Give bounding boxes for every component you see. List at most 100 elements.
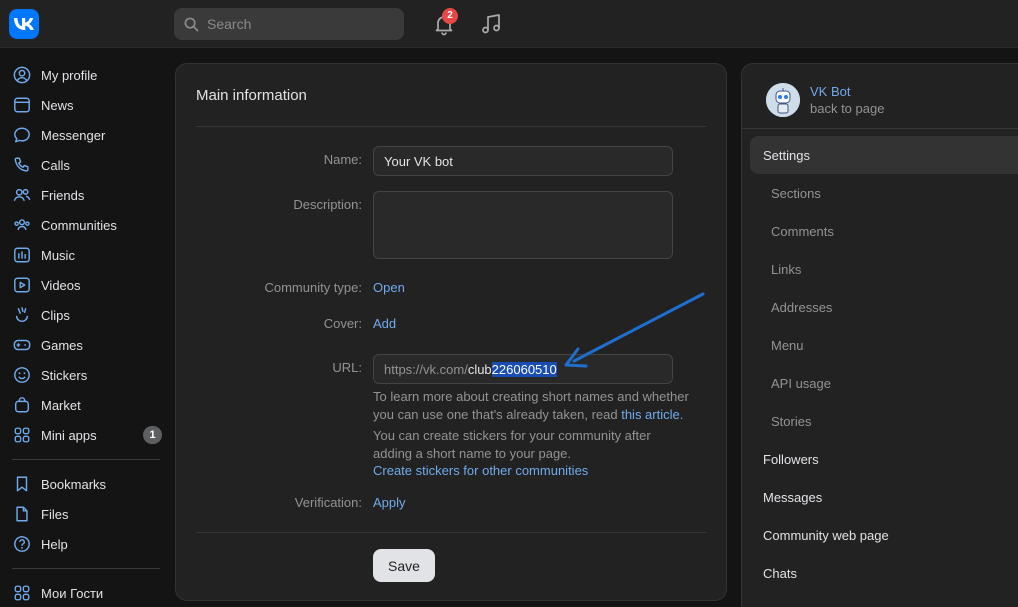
section-title: Main information	[196, 87, 307, 104]
menu-community-web-page[interactable]: Community web page	[750, 516, 1018, 554]
gamepad-icon	[12, 335, 32, 355]
nav-label: Messenger	[41, 127, 106, 143]
sidebar-divider	[12, 568, 160, 569]
search-input[interactable]	[207, 16, 397, 32]
menu-sections[interactable]: Sections	[750, 174, 1018, 212]
grid-icon	[12, 425, 32, 445]
url-label: URL:	[332, 360, 362, 375]
music-icon	[12, 245, 32, 265]
menu-settings[interactable]: Settings	[750, 136, 1018, 174]
nav-label: Calls	[41, 157, 70, 173]
menu-comments[interactable]: Comments	[750, 212, 1018, 250]
nav-clips[interactable]: Clips	[0, 300, 170, 330]
menu-api-usage[interactable]: API usage	[750, 364, 1018, 402]
verification-apply-link[interactable]: Apply	[373, 495, 406, 510]
nav-label: News	[41, 97, 74, 113]
nav-label: Мои Гости	[41, 585, 104, 601]
nav-bookmarks[interactable]: Bookmarks	[0, 469, 170, 499]
video-icon	[12, 275, 32, 295]
phone-icon	[12, 155, 32, 175]
nav-messenger[interactable]: Messenger	[0, 120, 170, 150]
menu-followers[interactable]: Followers	[750, 440, 1018, 478]
news-icon	[12, 95, 32, 115]
menu-addresses[interactable]: Addresses	[750, 288, 1018, 326]
url-value-selected: 226060510	[491, 361, 557, 377]
stickers-hint: You can create stickers for your communi…	[373, 427, 693, 480]
nav-my-profile[interactable]: My profile	[0, 60, 170, 90]
nav-label: Music	[41, 247, 75, 263]
nav-label: Bookmarks	[41, 476, 107, 492]
nav-label: My profile	[41, 67, 98, 83]
menu-links[interactable]: Links	[750, 250, 1018, 288]
nav-stickers[interactable]: Stickers	[0, 360, 170, 390]
settings-menu: Settings Sections Comments Links Address…	[750, 136, 1018, 592]
nav-communities[interactable]: Communities	[0, 210, 170, 240]
nav-friends[interactable]: Friends	[0, 180, 170, 210]
sidebar-divider	[12, 459, 160, 460]
create-stickers-link[interactable]: Create stickers for other communities	[373, 463, 588, 478]
section-divider	[196, 532, 706, 533]
nav-label: Communities	[41, 217, 117, 233]
nav-label: Friends	[41, 187, 85, 203]
menu-messages[interactable]: Messages	[750, 478, 1018, 516]
help-icon	[12, 534, 32, 554]
chat-icon	[12, 125, 32, 145]
nav-videos[interactable]: Videos	[0, 270, 170, 300]
menu-menu[interactable]: Menu	[750, 326, 1018, 364]
left-sidebar: My profile News Messenger Calls Friends …	[0, 60, 170, 607]
right-divider	[742, 128, 1018, 129]
clips-icon	[12, 305, 32, 325]
grid-icon	[12, 583, 32, 603]
vk-logo[interactable]	[9, 9, 39, 39]
url-prefix: https://vk.com/	[384, 361, 468, 377]
cover-label: Cover:	[323, 316, 362, 331]
nav-moi-gosti[interactable]: Мои Гости	[0, 578, 170, 607]
cover-add-link[interactable]: Add	[373, 316, 396, 331]
description-field[interactable]	[373, 191, 673, 259]
community-type-link[interactable]: Open	[373, 280, 405, 295]
nav-label: Clips	[41, 307, 70, 323]
menu-chats[interactable]: Chats	[750, 554, 1018, 592]
communities-icon	[12, 215, 32, 235]
notification-badge: 2	[442, 8, 458, 24]
save-button[interactable]: Save	[373, 549, 435, 582]
short-name-hint: To learn more about creating short names…	[373, 388, 713, 423]
this-article-link[interactable]: this article	[621, 407, 680, 422]
nav-label: Market	[41, 397, 81, 413]
nav-games[interactable]: Games	[0, 330, 170, 360]
menu-stories[interactable]: Stories	[750, 402, 1018, 440]
bag-icon	[12, 395, 32, 415]
nav-help[interactable]: Help	[0, 529, 170, 559]
bookmark-icon	[12, 474, 32, 494]
search-icon	[184, 17, 199, 31]
search-box[interactable]	[174, 8, 404, 40]
nav-news[interactable]: News	[0, 90, 170, 120]
annotation-arrow	[564, 292, 705, 368]
url-value-plain: club	[467, 361, 492, 377]
bot-name-link[interactable]: VK Bot	[810, 84, 850, 99]
friends-icon	[12, 185, 32, 205]
section-divider	[196, 126, 706, 127]
file-icon	[12, 504, 32, 524]
name-field[interactable]: Your VK bot	[373, 146, 673, 176]
name-label: Name:	[323, 152, 362, 167]
top-bar: 2	[0, 0, 1018, 48]
nav-label: Videos	[41, 277, 81, 293]
nav-files[interactable]: Files	[0, 499, 170, 529]
verification-label: Verification:	[294, 495, 362, 510]
smile-icon	[12, 365, 32, 385]
hint-text: You can create stickers for your communi…	[373, 428, 651, 461]
music-note-icon[interactable]	[479, 12, 503, 36]
nav-mini-apps[interactable]: Mini apps 1	[0, 420, 170, 450]
hint-end: .	[679, 406, 684, 422]
nav-calls[interactable]: Calls	[0, 150, 170, 180]
nav-music[interactable]: Music	[0, 240, 170, 270]
user-circle-icon	[12, 65, 32, 85]
description-label: Description:	[293, 197, 362, 212]
mini-apps-count-badge: 1	[143, 426, 162, 444]
bot-avatar[interactable]	[766, 83, 800, 117]
back-to-page-link[interactable]: back to page	[810, 101, 884, 116]
community-type-label: Community type:	[264, 280, 362, 295]
vk-logo-icon	[14, 18, 34, 30]
nav-market[interactable]: Market	[0, 390, 170, 420]
